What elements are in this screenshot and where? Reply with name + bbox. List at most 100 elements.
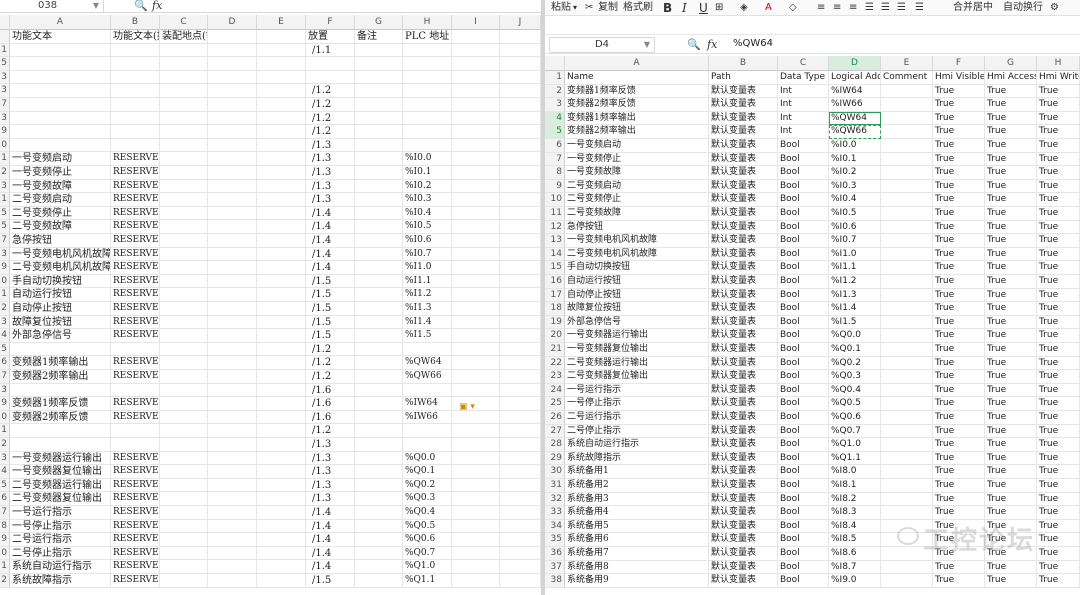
hmi-accessible-cell[interactable]: True <box>985 220 1037 235</box>
column-header-h[interactable]: H <box>403 15 452 30</box>
logical-address-cell[interactable]: %Q0.5 <box>829 397 881 411</box>
empty-cell[interactable] <box>452 206 500 221</box>
paste-dropdown-icon[interactable]: ▾ <box>573 1 577 15</box>
logical-address-cell[interactable]: %Q0.4 <box>829 383 881 398</box>
empty-cell[interactable] <box>452 274 500 289</box>
comment-cell[interactable] <box>881 152 933 167</box>
hmi-writeable-cell[interactable]: True <box>1037 315 1080 330</box>
empty-cell[interactable] <box>355 533 403 547</box>
empty-cell[interactable] <box>160 70 208 85</box>
empty-cell[interactable] <box>160 152 208 166</box>
empty-cell[interactable] <box>160 288 208 302</box>
plc-address-cell[interactable]: %Q0.7 <box>403 546 452 561</box>
comment-cell[interactable] <box>881 560 933 575</box>
logical-address-cell[interactable]: %I8.3 <box>829 506 881 520</box>
path-cell[interactable]: 默认变量表 <box>709 179 778 194</box>
hmi-accessible-cell[interactable]: True <box>985 234 1037 248</box>
comment-cell[interactable] <box>881 343 933 357</box>
empty-cell[interactable] <box>500 329 541 343</box>
name-cell[interactable]: 二号变频电机风机故障 <box>565 247 709 262</box>
empty-cell[interactable] <box>355 138 403 153</box>
empty-cell[interactable] <box>208 70 257 85</box>
data-type-cell[interactable]: Bool <box>778 560 829 575</box>
logical-address-cell[interactable]: %I1.1 <box>829 261 881 275</box>
header-cell[interactable]: 备注 <box>355 30 403 44</box>
column-header-h[interactable]: H <box>1037 56 1080 71</box>
data-type-cell[interactable]: Bool <box>778 356 829 371</box>
column-header-b[interactable]: B <box>111 15 160 30</box>
tech-param-cell[interactable]: RESERVE <box>111 274 160 289</box>
hmi-writeable-cell[interactable]: True <box>1037 247 1080 262</box>
empty-cell[interactable] <box>452 84 500 98</box>
hmi-accessible-cell[interactable]: True <box>985 383 1037 398</box>
empty-cell[interactable] <box>500 560 541 574</box>
name-cell[interactable]: 二号变频器运行输出 <box>565 356 709 371</box>
hmi-accessible-cell[interactable]: True <box>985 288 1037 303</box>
empty-cell[interactable] <box>208 193 257 207</box>
row-number[interactable]: 3 <box>0 247 10 262</box>
comment-cell[interactable] <box>881 315 933 330</box>
hmi-writeable-cell[interactable]: True <box>1037 125 1080 139</box>
comment-cell[interactable] <box>881 261 933 275</box>
row-number[interactable]: 5 <box>0 220 10 234</box>
empty-cell[interactable] <box>452 70 500 85</box>
empty-cell[interactable] <box>160 43 208 58</box>
function-text-cell[interactable]: 二号变频故障 <box>10 220 111 234</box>
path-cell[interactable]: 默认变量表 <box>709 465 778 479</box>
placement-cell[interactable]: /1.4 <box>306 506 355 520</box>
hmi-visible-cell[interactable]: True <box>933 288 985 303</box>
plc-address-cell[interactable]: %I1.4 <box>403 315 452 330</box>
empty-cell[interactable] <box>208 383 257 398</box>
tech-param-cell[interactable]: RESERVE <box>111 220 160 234</box>
function-text-cell[interactable]: 变频器1频率输出 <box>10 356 111 370</box>
hmi-visible-cell[interactable]: True <box>933 234 985 248</box>
tech-param-cell[interactable] <box>111 383 160 398</box>
empty-cell[interactable] <box>500 478 541 493</box>
plc-address-cell[interactable]: %Q1.0 <box>403 560 452 574</box>
empty-cell[interactable] <box>208 438 257 452</box>
empty-cell[interactable] <box>500 98 541 112</box>
empty-cell[interactable] <box>452 98 500 112</box>
logical-address-cell[interactable]: %Q0.3 <box>829 370 881 384</box>
empty-cell[interactable] <box>355 451 403 466</box>
plc-address-cell[interactable]: %I1.2 <box>403 288 452 302</box>
empty-cell[interactable] <box>355 302 403 316</box>
hmi-visible-cell[interactable]: True <box>933 329 985 343</box>
hmi-accessible-cell[interactable]: True <box>985 193 1037 207</box>
name-cell[interactable]: 系统备用9 <box>565 574 709 588</box>
hmi-writeable-cell[interactable]: True <box>1037 111 1080 126</box>
hmi-visible-cell[interactable]: True <box>933 465 985 479</box>
function-text-cell[interactable]: 外部急停信号 <box>10 329 111 343</box>
logical-address-cell[interactable]: %I0.4 <box>829 193 881 207</box>
hmi-accessible-cell[interactable]: True <box>985 370 1037 384</box>
hmi-accessible-cell[interactable]: True <box>985 574 1037 588</box>
empty-cell[interactable] <box>160 261 208 275</box>
empty-cell[interactable] <box>160 206 208 221</box>
empty-cell[interactable] <box>500 193 541 207</box>
placement-cell[interactable]: /1.5 <box>306 302 355 316</box>
row-number[interactable]: 33 <box>545 506 565 520</box>
hmi-accessible-cell[interactable]: True <box>985 492 1037 507</box>
empty-cell[interactable] <box>500 234 541 248</box>
header-cell[interactable]: 功能文本 <box>10 30 111 44</box>
comment-cell[interactable] <box>881 179 933 194</box>
empty-cell[interactable] <box>208 166 257 180</box>
data-type-cell[interactable]: Bool <box>778 424 829 439</box>
path-cell[interactable]: 默认变量表 <box>709 370 778 384</box>
empty-cell[interactable] <box>208 410 257 425</box>
empty-cell[interactable] <box>257 492 306 506</box>
column-header-e[interactable]: E <box>881 56 933 71</box>
function-text-cell[interactable]: 二号变频器运行输出 <box>10 478 111 493</box>
hmi-visible-cell[interactable]: True <box>933 479 985 493</box>
name-cell[interactable]: 系统备用6 <box>565 533 709 547</box>
column-header-a[interactable]: A <box>10 15 111 30</box>
placement-cell[interactable]: /1.5 <box>306 574 355 588</box>
empty-cell[interactable] <box>500 70 541 85</box>
placement-cell[interactable]: /1.2 <box>306 370 355 384</box>
empty-cell[interactable] <box>257 342 306 357</box>
empty-cell[interactable] <box>160 370 208 384</box>
hmi-visible-cell[interactable]: True <box>933 302 985 316</box>
empty-cell[interactable] <box>500 519 541 534</box>
plc-address-cell[interactable] <box>403 424 452 438</box>
bold-button[interactable]: B <box>663 1 672 15</box>
